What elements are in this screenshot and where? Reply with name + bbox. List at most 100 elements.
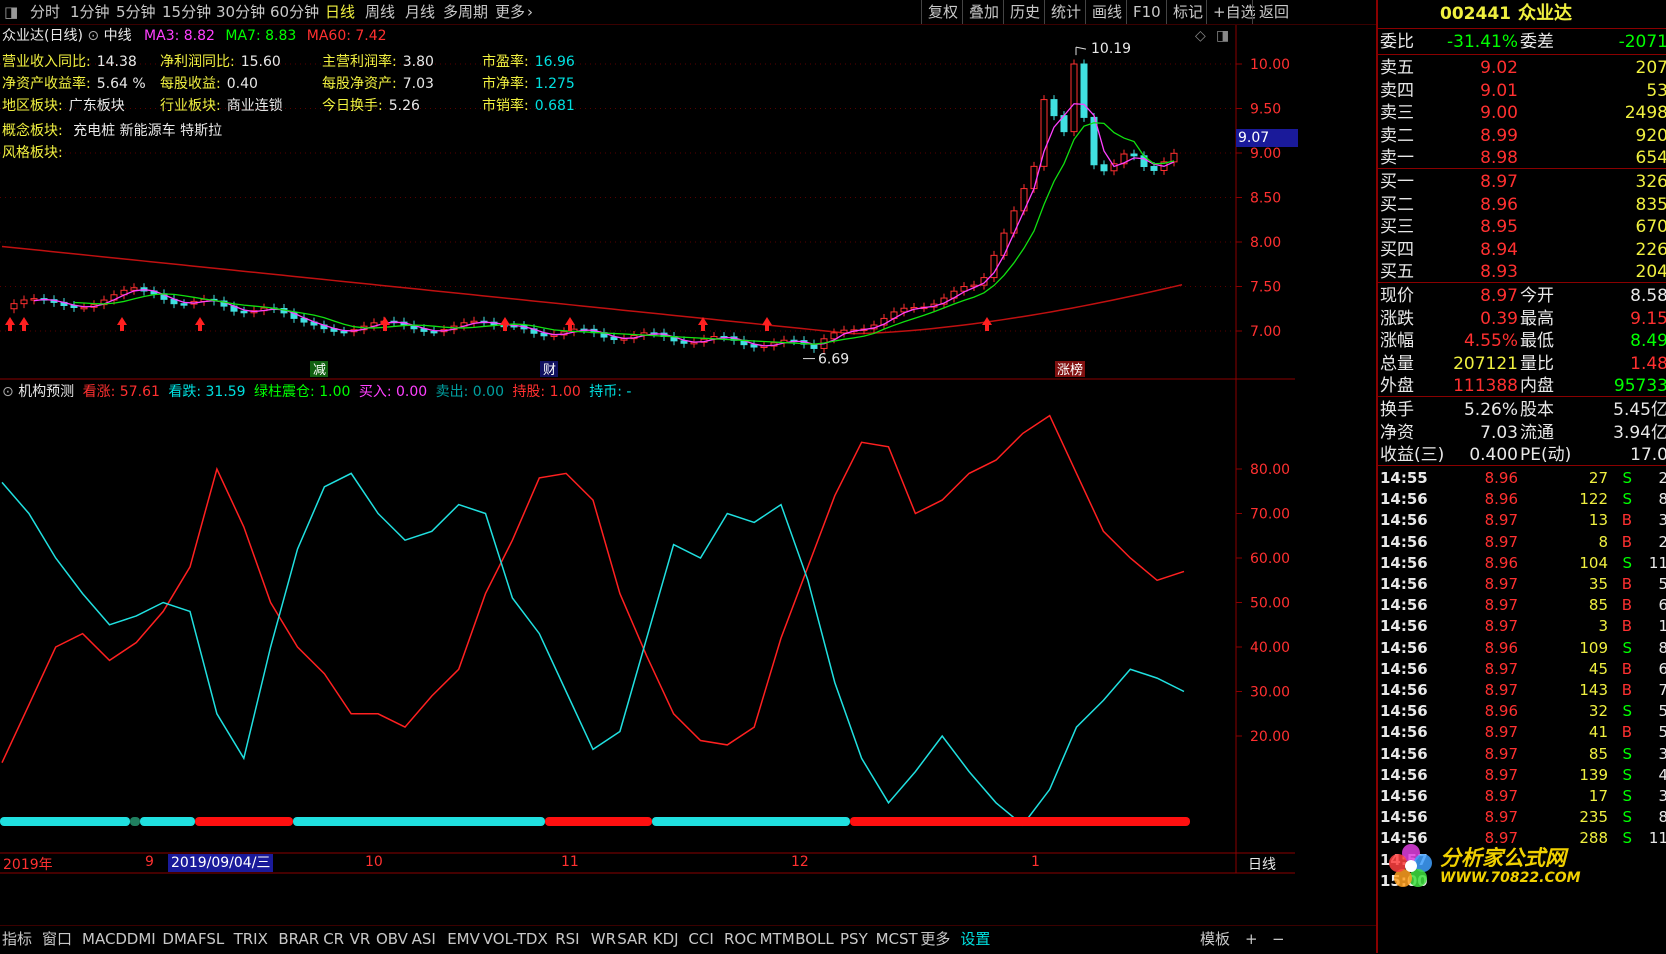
tick-price: 8.97 (1484, 723, 1518, 742)
indicator-tab-10[interactable]: OBV (376, 926, 408, 952)
indicator-tab-5[interactable]: FSL (198, 926, 224, 952)
tick-row: 14:56 8.96 109 S 8 (1378, 637, 1666, 660)
ask-volume: 654 (1635, 148, 1666, 168)
collapse-icon[interactable]: ⊙ (87, 28, 99, 44)
indicator-tab-19[interactable]: ROC (724, 926, 757, 952)
period-tab-3[interactable]: 15分钟 (162, 0, 211, 24)
ask-price: 9.02 (1480, 58, 1518, 78)
indicator-tab-21[interactable]: BOLL (795, 926, 834, 952)
tick-time: 14:56 (1380, 681, 1428, 699)
tick-side: S (1622, 765, 1632, 784)
toolbar-button-3[interactable]: 统计 (1044, 0, 1087, 24)
fund-value-1-0: 5.64 % (96, 76, 146, 92)
tick-time: 14:56 (1380, 702, 1428, 721)
ask-label: 卖一 (1380, 148, 1414, 168)
indicator-tab-4[interactable]: DMA (162, 926, 197, 952)
period-tab-10[interactable]: 更多 (495, 0, 525, 24)
period-tab-2[interactable]: 5分钟 (116, 0, 156, 24)
indicator-tab-15[interactable]: WR (591, 926, 616, 952)
window-icon[interactable]: ◨ (4, 0, 18, 24)
chevron-right-icon[interactable]: › (527, 0, 533, 24)
indicator-tab-7[interactable]: BRAR (278, 926, 319, 952)
tick-side: S (1622, 469, 1632, 487)
toolbar-button-1[interactable]: 叠加 (962, 0, 1005, 24)
tick-price: 8.97 (1484, 575, 1518, 593)
indicator-tab-18[interactable]: CCI (688, 926, 713, 952)
indicator-tab-13[interactable]: VOL-TDX (483, 926, 548, 952)
indicator-tab-11[interactable]: ASI (412, 926, 436, 952)
lvzhu-value: 绿柱震仓: 1.00 (254, 384, 351, 400)
stat-row: 总量 207121 量比 1.48 (1378, 352, 1666, 376)
indicator-tab-24[interactable]: 更多 (920, 926, 950, 952)
stat-label: 最高 (1520, 308, 1554, 329)
template-button-2[interactable]: − (1272, 926, 1285, 952)
weicha-value: -2071 (1618, 32, 1666, 52)
date-axis-month-9: 9 (145, 854, 154, 870)
indicator-tab-14[interactable]: RSI (555, 926, 579, 952)
style-label: 风格板块: (2, 145, 63, 161)
tick-side: B (1621, 596, 1632, 615)
template-button-1[interactable]: + (1245, 926, 1258, 952)
bid-volume: 326 (1635, 172, 1666, 192)
fund-label-0-0: 营业收入同比: (2, 54, 91, 70)
indicator-tab-12[interactable]: EMV (447, 926, 480, 952)
candle-body (900, 307, 908, 313)
toolbar-button-5[interactable]: F10 (1126, 0, 1167, 24)
ask-price: 8.98 (1480, 148, 1518, 168)
toolbar-button-0[interactable]: 复权 (921, 0, 964, 24)
indicator-name[interactable]: 中线 (104, 28, 132, 44)
date-axis-month-1: 1 (1031, 854, 1040, 870)
toolbar-button-2[interactable]: 历史 (1003, 0, 1046, 24)
indicator-tab-3[interactable]: DMI (127, 926, 156, 952)
indicator-tab-6[interactable]: TRIX (234, 926, 268, 952)
tick-count: 7 (1658, 681, 1666, 699)
indicator-tab-23[interactable]: MCST (876, 926, 918, 952)
watermark-title: 分析家公式网 (1440, 846, 1566, 870)
period-tab-1[interactable]: 1分钟 (70, 0, 110, 24)
period-tab-6[interactable]: 日线 (325, 0, 355, 24)
candle-body (20, 299, 28, 305)
indicator-tab-17[interactable]: KDJ (653, 926, 679, 952)
period-tab-8[interactable]: 月线 (405, 0, 435, 24)
period-tab-7[interactable]: 周线 (365, 0, 395, 24)
tick-row: 14:56 8.97 3 B 1 (1378, 615, 1666, 638)
chart-area[interactable]: 10.00 9.50 9.00 8.50 8.00 7.50 7.00 10.19 6.69 减 财… (0, 25, 1313, 901)
tick-row: 14:56 8.97 85 B 6 (1378, 594, 1666, 617)
toolbar-button-6[interactable]: 标记 (1166, 0, 1209, 24)
toolbar-button-4[interactable]: 画线 (1085, 0, 1128, 24)
collapse-icon[interactable]: ⊙ (2, 384, 14, 400)
tick-time: 14:56 (1380, 659, 1428, 678)
buy-arrow-icon (19, 317, 29, 331)
price-tick-label: 7.00 (1250, 324, 1281, 340)
tick-row: 14:56 8.97 17 S 3 (1378, 785, 1666, 808)
tick-volume: 27 (1588, 469, 1608, 487)
indicator-tab-16[interactable]: SAR (617, 926, 647, 952)
template-button-0[interactable]: 模板 (1200, 926, 1230, 952)
candle-body (430, 330, 438, 334)
indicator-tab-9[interactable]: VR (350, 926, 371, 952)
bid-label: 买三 (1380, 217, 1414, 237)
period-tab-0[interactable]: 分时 (30, 0, 60, 24)
indicator-title[interactable]: 机构预测 (18, 384, 74, 400)
indicator-tab-1[interactable]: 窗口 (42, 926, 72, 952)
toolbar-button-8[interactable]: 返回 (1252, 0, 1295, 24)
indicator-tab-20[interactable]: MTM (760, 926, 795, 952)
period-tab-5[interactable]: 60分钟 (270, 0, 319, 24)
diamond-icon[interactable]: ◇ (1195, 28, 1206, 44)
period-tab-9[interactable]: 多周期 (443, 0, 488, 24)
indicator-tab-0[interactable]: 指标 (2, 926, 32, 952)
fund-value-0-3: 16.96 (534, 54, 575, 70)
candle-body (1030, 165, 1038, 190)
tick-volume: 104 (1579, 553, 1608, 572)
ask-label: 卖三 (1380, 103, 1414, 123)
tick-count: 5 (1658, 702, 1666, 721)
candle-body (1170, 152, 1178, 163)
indicator-tab-2[interactable]: MACD (82, 926, 127, 952)
panel-icon[interactable]: ◨ (1216, 28, 1229, 44)
indicator-tab-25[interactable]: 设置 (960, 926, 990, 952)
indicator-tab-22[interactable]: PSY (840, 926, 868, 952)
indicator-tab-8[interactable]: CR (323, 926, 344, 952)
bid-price: 8.95 (1480, 217, 1518, 237)
period-tab-4[interactable]: 30分钟 (216, 0, 265, 24)
tick-row: 14:56 8.97 235 S 8 (1378, 806, 1666, 829)
